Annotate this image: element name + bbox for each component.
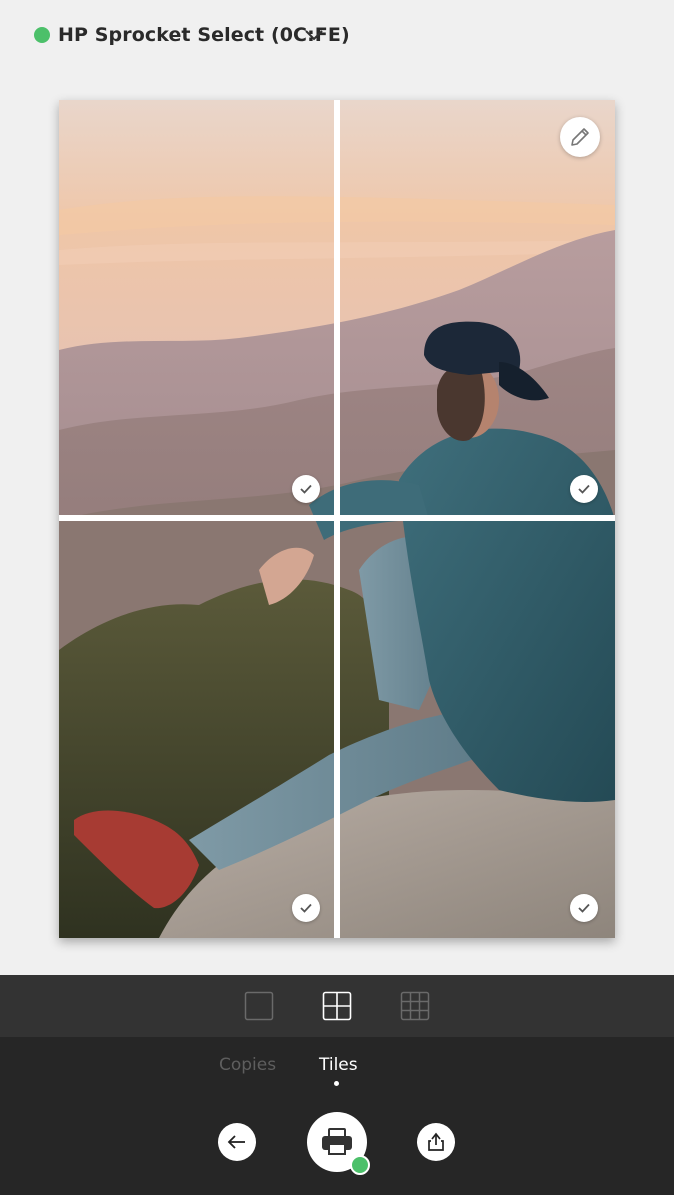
bottom-panel: Copies Tiles bbox=[0, 1037, 674, 1195]
chevron-down-icon[interactable] bbox=[302, 25, 326, 45]
layout-option-single[interactable] bbox=[244, 991, 274, 1021]
tile-divider-horizontal bbox=[59, 515, 615, 521]
tile-layout-bar bbox=[0, 975, 674, 1037]
checkmark-icon bbox=[578, 903, 590, 913]
printer-icon bbox=[322, 1128, 352, 1155]
tile-check-bottom-right[interactable] bbox=[570, 894, 598, 922]
tile-check-bottom-left[interactable] bbox=[292, 894, 320, 922]
tab-copies[interactable]: Copies bbox=[219, 1054, 276, 1076]
tile-check-top-right[interactable] bbox=[570, 475, 598, 503]
back-button[interactable] bbox=[218, 1123, 256, 1161]
photo-preview[interactable] bbox=[59, 100, 615, 938]
checkmark-icon bbox=[300, 903, 312, 913]
layout-option-3x3[interactable] bbox=[400, 991, 430, 1021]
checkmark-icon bbox=[578, 484, 590, 494]
share-button[interactable] bbox=[417, 1123, 455, 1161]
tab-tiles[interactable]: Tiles bbox=[319, 1054, 358, 1076]
grid-3x3-icon bbox=[400, 991, 430, 1021]
printer-status-dot bbox=[34, 27, 50, 43]
edit-button[interactable] bbox=[560, 117, 600, 157]
single-tile-icon bbox=[244, 991, 274, 1021]
active-tab-indicator bbox=[334, 1081, 339, 1086]
share-icon bbox=[428, 1132, 444, 1151]
pencil-icon bbox=[571, 128, 589, 146]
layout-option-2x2[interactable] bbox=[322, 991, 352, 1021]
header: HP Sprocket Select (0C:FE) bbox=[0, 0, 674, 72]
tile-check-top-left[interactable] bbox=[292, 475, 320, 503]
arrow-left-icon bbox=[227, 1135, 245, 1149]
grid-2x2-icon bbox=[322, 991, 352, 1021]
print-status-dot bbox=[350, 1155, 370, 1175]
checkmark-icon bbox=[300, 484, 312, 494]
